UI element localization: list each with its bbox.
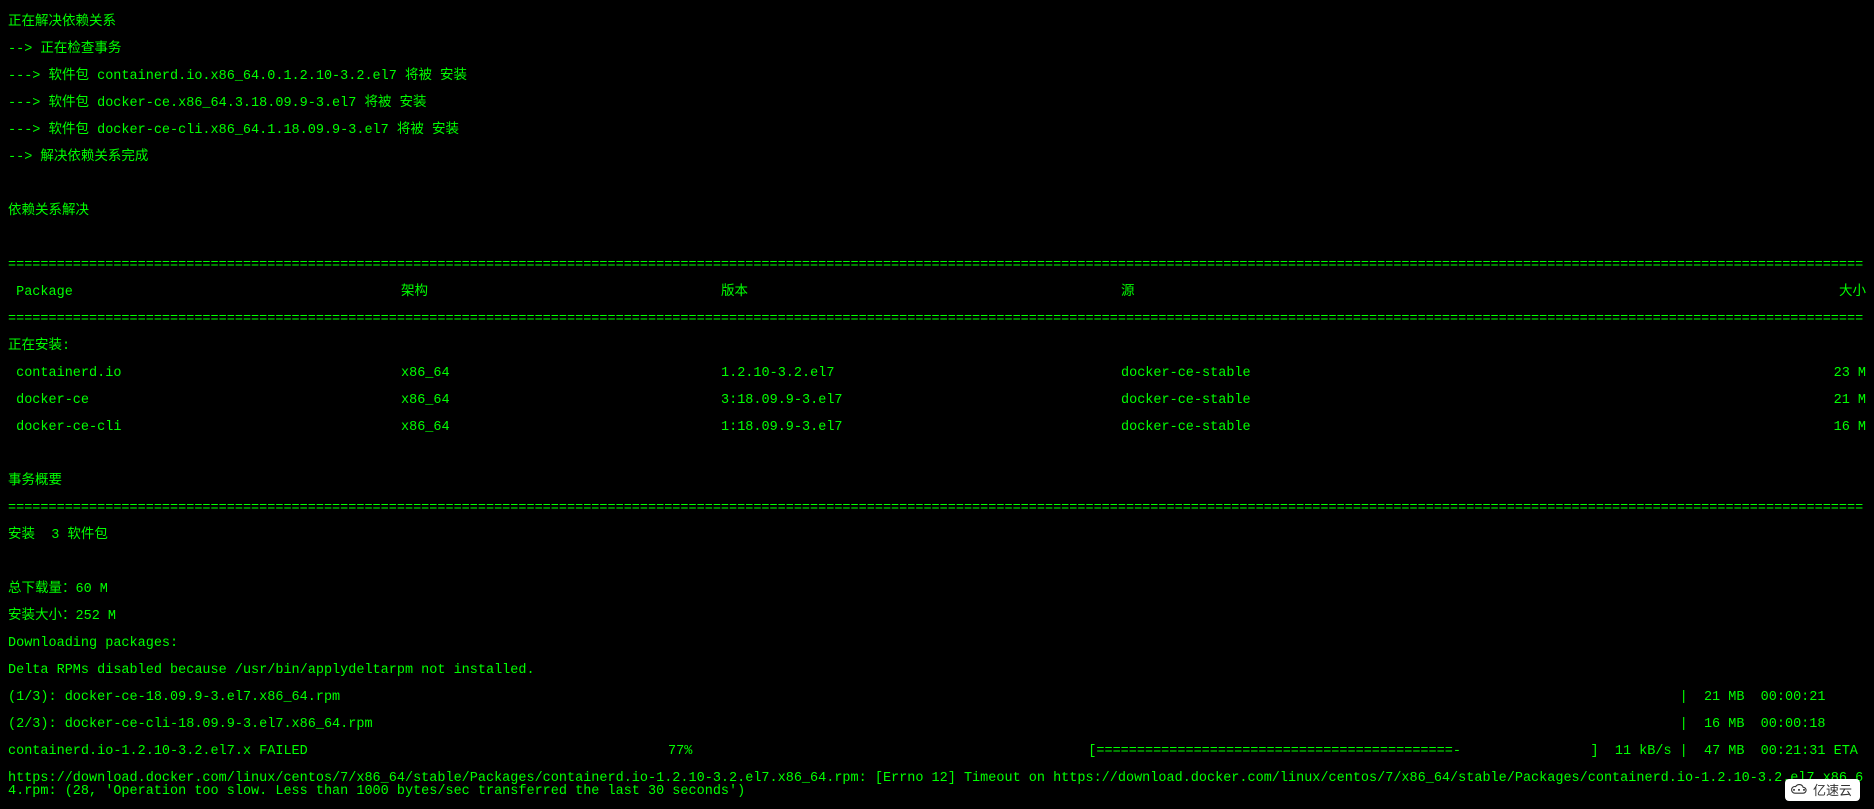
- watermark-badge: 亿速云: [1785, 779, 1860, 801]
- installing-label: 正在安装:: [8, 340, 1866, 354]
- error-line: https://download.docker.com/linux/centos…: [8, 772, 1866, 799]
- separator-double: ========================================…: [8, 259, 1866, 273]
- check-trans-line: --> 正在检查事务: [8, 43, 1866, 57]
- table-row: docker-ce-clix86_641:18.09.9-3.el7docker…: [8, 421, 1866, 435]
- table-row: docker-cex86_643:18.09.9-3.el7docker-ce-…: [8, 394, 1866, 408]
- separator-double: ========================================…: [8, 313, 1866, 327]
- download-failed-row: containerd.io-1.2.10-3.2.el7.x FAILED77%…: [8, 745, 1866, 759]
- trans-summary-label: 事务概要: [8, 475, 1866, 489]
- delta-rpm-line: Delta RPMs disabled because /usr/bin/app…: [8, 664, 1866, 678]
- pkg-line-1: ---> 软件包 containerd.io.x86_64.0.1.2.10-3…: [8, 70, 1866, 84]
- downloading-label: Downloading packages:: [8, 637, 1866, 651]
- table-header: Package架构版本源大小: [8, 286, 1866, 300]
- total-download: 总下载量：60 M: [8, 583, 1866, 597]
- cloud-icon: [1789, 782, 1809, 798]
- pkg-line-3: ---> 软件包 docker-ce-cli.x86_64.1.18.09.9-…: [8, 124, 1866, 138]
- watermark-text: 亿速云: [1813, 784, 1852, 797]
- dep-resolved-line: 依赖关系解决: [8, 205, 1866, 219]
- pkg-line-2: ---> 软件包 docker-ce.x86_64.3.18.09.9-3.el…: [8, 97, 1866, 111]
- resolve-line: 正在解决依赖关系: [8, 16, 1866, 30]
- resolve-done-line: --> 解决依赖关系完成: [8, 151, 1866, 165]
- table-row: containerd.iox86_641.2.10-3.2.el7docker-…: [8, 367, 1866, 381]
- download-row: (1/3): docker-ce-18.09.9-3.el7.x86_64.rp…: [8, 691, 1866, 705]
- download-row: (2/3): docker-ce-cli-18.09.9-3.el7.x86_6…: [8, 718, 1866, 732]
- install-size: 安装大小：252 M: [8, 610, 1866, 624]
- separator-double: ========================================…: [8, 502, 1866, 516]
- install-count: 安装 3 软件包: [8, 529, 1866, 543]
- terminal-output[interactable]: 正在解决依赖关系 --> 正在检查事务 ---> 软件包 containerd.…: [0, 0, 1874, 809]
